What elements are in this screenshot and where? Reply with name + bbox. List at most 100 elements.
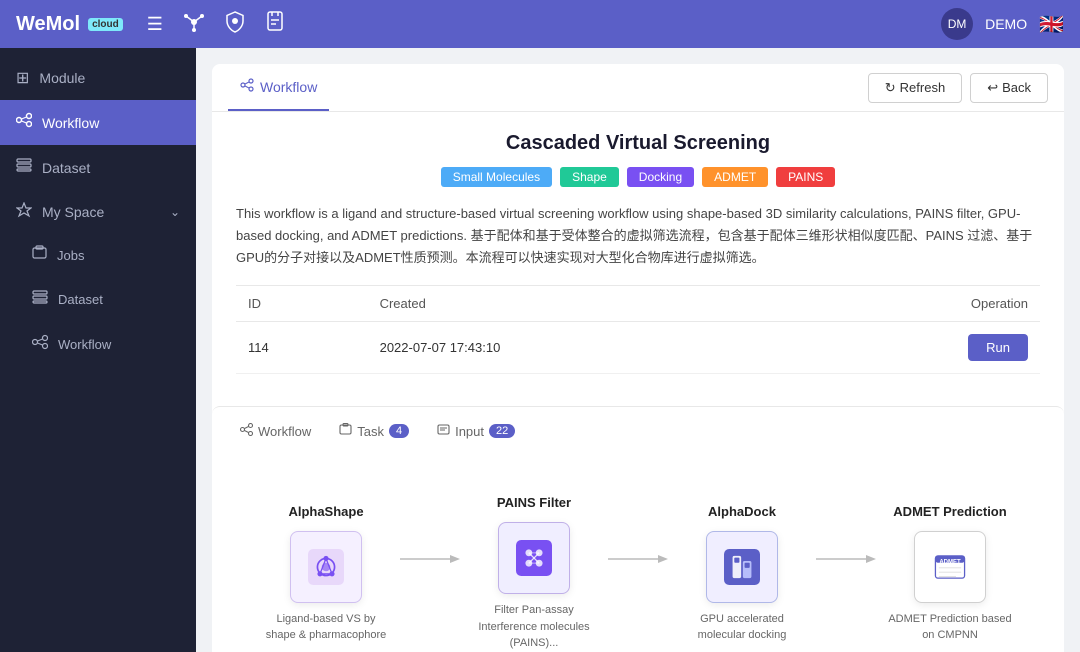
timer-icon[interactable] [265,11,285,38]
workflow-diagram: AlphaShape [212,455,1064,652]
bottom-tabs: Workflow Task 4 [212,406,1064,455]
tag-pains: PAINS [776,167,835,187]
bottom-tab-input[interactable]: Input 22 [425,417,527,445]
sidebar-item-my-space[interactable]: My Space ⌄ [0,190,196,233]
sidebar-item-label: My Space [42,204,104,220]
workflow-description: This workflow is a ligand and structure-… [236,203,1040,269]
node-alphadock: AlphaDock GPU accelerated molecular dock… [668,504,816,644]
row-operation: Run [793,322,1040,374]
workflow-info: Cascaded Virtual Screening Small Molecul… [212,112,1064,394]
topnav-right: DM DEMO 🇬🇧 [941,8,1064,40]
main-layout: ⊞ Module Workflow [0,48,1080,652]
node-admet: ADMET Prediction ADMET [876,504,1024,644]
tab-workflow-label: Workflow [260,79,317,95]
card-header: Workflow ↻ Refresh ↩ Back [212,64,1064,112]
node-admet-title: ADMET Prediction [893,504,1006,519]
sidebar-item-dataset-sub[interactable]: Dataset [0,277,196,322]
logo-badge: cloud [88,18,123,31]
bottom-tab-workflow[interactable]: Workflow [228,417,323,445]
tag-shape: Shape [560,167,619,187]
sidebar-item-jobs[interactable]: Jobs [0,233,196,277]
sidebar-item-workflow[interactable]: Workflow [0,100,196,145]
tag-small-molecules: Small Molecules [441,167,552,187]
top-navigation: WeMol cloud ☰ [0,0,1080,48]
arrow-1 [400,549,460,569]
workflow-table: ID Created Operation 114 2022-07-07 17:4… [236,285,1040,374]
sidebar-item-label: Jobs [57,248,84,263]
col-created: Created [368,286,794,322]
main-content: Workflow ↻ Refresh ↩ Back Cascaded Virtu… [196,48,1080,652]
input-icon [437,423,450,439]
menu-icon[interactable]: ☰ [147,14,163,35]
node-alphashape-title: AlphaShape [288,504,363,519]
user-avatar[interactable]: DM [941,8,973,40]
node-admet-box: ADMET [914,531,986,603]
refresh-button[interactable]: ↻ Refresh [868,73,962,103]
sidebar-item-label: Dataset [42,160,90,176]
card-actions: ↻ Refresh ↩ Back [868,73,1048,103]
shield-icon[interactable] [225,11,245,38]
node-alphadock-desc: GPU accelerated molecular docking [677,611,807,644]
sidebar-item-module[interactable]: ⊞ Module [0,56,196,100]
sidebar-item-dataset[interactable]: Dataset [0,145,196,190]
node-pains-box [498,522,570,594]
tab-workflow[interactable]: Workflow [228,64,329,111]
node-pains: PAINS Filter [460,495,608,652]
workflow-card: Workflow ↻ Refresh ↩ Back Cascaded Virtu… [212,64,1064,652]
task-badge: 4 [389,424,409,438]
workflow-title: Cascaded Virtual Screening [236,132,1040,155]
bottom-tab-workflow-label: Workflow [258,424,311,439]
col-id: ID [236,286,368,322]
arrow-3 [816,549,876,569]
bottom-tab-task-label: Task [357,424,384,439]
input-badge: 22 [489,424,515,438]
network-icon[interactable] [183,11,205,38]
myspace-icon [16,202,32,221]
chevron-down-icon: ⌄ [170,205,180,219]
workflow-icon [16,112,32,133]
username-label: DEMO [985,16,1027,32]
sidebar-item-label: Module [39,70,85,86]
language-flag[interactable]: 🇬🇧 [1039,12,1064,37]
logo[interactable]: WeMol cloud [16,13,123,36]
sidebar-item-label: Workflow [42,115,99,131]
back-button[interactable]: ↩ Back [970,73,1048,103]
logo-text: WeMol [16,13,80,36]
sidebar: ⊞ Module Workflow [0,48,196,652]
row-created: 2022-07-07 17:43:10 [368,322,794,374]
bottom-tab-task[interactable]: Task 4 [327,417,421,445]
node-alphashape-box [290,531,362,603]
workflow-sub-icon [32,334,48,355]
dataset-icon [16,157,32,178]
col-operation: Operation [793,286,1040,322]
dataset-sub-icon [32,289,48,310]
workflow-tags: Small Molecules Shape Docking ADMET PAIN… [236,167,1040,187]
node-alphashape-desc: Ligand-based VS by shape & pharmacophore [261,611,391,644]
node-pains-title: PAINS Filter [497,495,571,510]
tag-docking: Docking [627,167,694,187]
node-admet-desc: ADMET Prediction based on CMPNN [885,611,1015,644]
module-icon: ⊞ [16,68,29,88]
sidebar-item-label: Dataset [58,292,103,307]
table-row: 114 2022-07-07 17:43:10 Run [236,322,1040,374]
sidebar-item-label: Workflow [58,337,111,352]
node-alphashape: AlphaShape [252,504,400,644]
workflow-tab-icon2 [240,423,253,439]
workflow-tab-icon [240,78,254,95]
node-alphadock-box [706,531,778,603]
task-icon [339,423,352,439]
node-pains-desc: Filter Pan-assay Interference molecules … [469,602,599,652]
sidebar-sub-items: Jobs Dataset [0,233,196,367]
row-id: 114 [236,322,368,374]
node-alphadock-title: AlphaDock [708,504,776,519]
jobs-icon [32,245,47,265]
tag-admet: ADMET [702,167,768,187]
sidebar-item-workflow-sub[interactable]: Workflow [0,322,196,367]
bottom-tab-input-label: Input [455,424,484,439]
arrow-2 [608,549,668,569]
back-icon: ↩ [987,80,998,96]
run-button[interactable]: Run [968,334,1028,361]
diagram-nodes: AlphaShape [252,495,1024,652]
svg-text:ADMET: ADMET [939,559,961,565]
topnav-icons: ☰ [147,11,285,38]
